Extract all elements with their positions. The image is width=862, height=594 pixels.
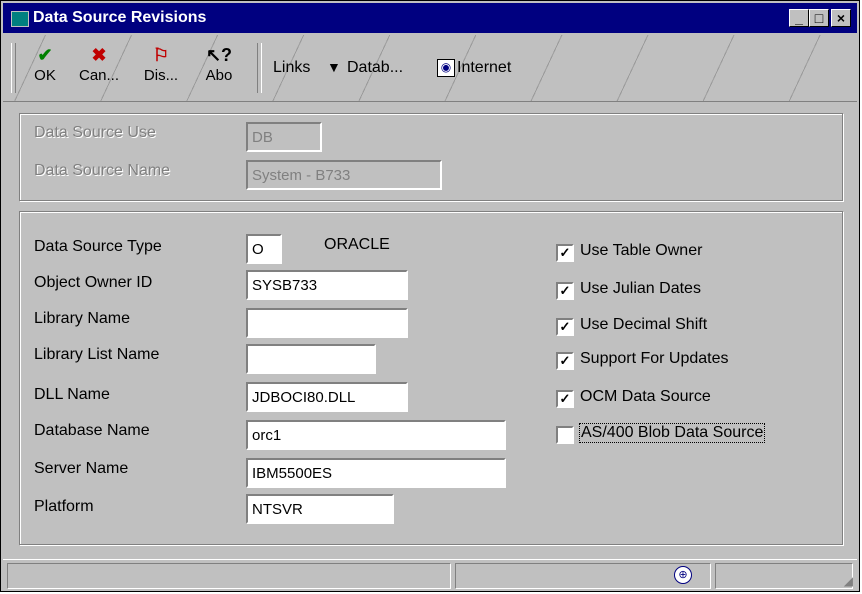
display-label: Dis... [143, 67, 179, 84]
library-name-label: Library Name [34, 310, 131, 327]
close-button[interactable]: × [831, 9, 851, 27]
data-source-type-description: ORACLE [324, 236, 390, 253]
use-julian-dates-label: Use Julian Dates [580, 280, 701, 297]
data-source-use-field: DB [246, 122, 322, 152]
display-icon: ⚐ [152, 45, 170, 65]
help-pointer-icon: ↖? [205, 45, 233, 65]
as400-blob-data-source-label: AS/400 Blob Data Source [578, 423, 766, 443]
globe-icon: ⊕ [674, 566, 692, 584]
datab-menu[interactable]: Datab... [347, 59, 403, 77]
dll-name-field[interactable]: JDBOCI80.DLL [246, 382, 408, 412]
resize-grip-icon[interactable]: ◢ [844, 574, 853, 588]
title-bar[interactable]: Data Source Revisions _ □ × [3, 3, 857, 33]
app-icon [11, 11, 29, 27]
as400-blob-data-source-checkbox[interactable] [556, 426, 574, 444]
header-group: Data Source Use DB Data Source Name Syst… [19, 113, 843, 201]
support-for-updates-label: Support For Updates [580, 350, 729, 367]
server-name-field[interactable]: IBM5500ES [246, 458, 506, 488]
status-bar: ⊕ ◢ [3, 559, 857, 590]
support-for-updates-checkbox[interactable]: ✓ [556, 352, 574, 370]
use-julian-dates-checkbox[interactable]: ✓ [556, 282, 574, 300]
ocm-data-source-checkbox[interactable]: ✓ [556, 390, 574, 408]
data-source-name-field: System - B733 [246, 160, 442, 190]
platform-label: Platform [34, 498, 94, 515]
checkmark-icon: ✔ [37, 45, 53, 65]
data-source-type-field[interactable]: O [246, 234, 282, 264]
cancel-button[interactable]: ✖ Can... [75, 43, 123, 97]
status-pane-right [715, 563, 853, 589]
minimize-button[interactable]: _ [789, 9, 809, 27]
server-name-label: Server Name [34, 460, 129, 477]
x-icon: ✖ [91, 45, 107, 65]
ok-label: OK [34, 67, 56, 84]
ok-button[interactable]: ✔ OK [21, 43, 69, 97]
library-list-name-field[interactable] [246, 344, 376, 374]
toolbar-separator [257, 43, 262, 93]
details-group: Data Source Type O ORACLE Object Owner I… [19, 211, 843, 545]
dll-name-label: DLL Name [34, 386, 110, 403]
cancel-label: Can... [78, 67, 120, 84]
display-button[interactable]: ⚐ Dis... [137, 43, 185, 97]
library-name-field[interactable] [246, 308, 408, 338]
about-button[interactable]: ↖? Abo [195, 43, 243, 97]
library-list-name-label: Library List Name [34, 346, 160, 363]
ocm-data-source-label: OCM Data Source [580, 388, 711, 405]
toolbar: ✔ OK ✖ Can... ⚐ Dis... ↖? Abo Links ▼ Da… [3, 35, 857, 102]
use-table-owner-label: Use Table Owner [580, 242, 703, 259]
data-source-use-label: Data Source Use [34, 124, 156, 141]
links-menu[interactable]: Links [273, 59, 310, 77]
use-decimal-shift-label: Use Decimal Shift [580, 316, 708, 333]
database-name-label: Database Name [34, 422, 150, 439]
object-owner-id-label: Object Owner ID [34, 274, 153, 291]
object-owner-id-field[interactable]: SYSB733 [246, 270, 408, 300]
database-name-field[interactable]: orc1 [246, 420, 506, 450]
internet-link[interactable]: Internet [457, 59, 511, 77]
status-pane-main [7, 563, 451, 589]
window-title: Data Source Revisions [33, 9, 207, 26]
dropdown-arrow-icon[interactable]: ▼ [327, 59, 341, 75]
about-label: Abo [205, 67, 233, 84]
status-pane-middle: ⊕ [455, 563, 711, 589]
use-decimal-shift-checkbox[interactable]: ✓ [556, 318, 574, 336]
data-source-type-label: Data Source Type [34, 238, 162, 255]
platform-field[interactable]: NTSVR [246, 494, 394, 524]
data-source-name-label: Data Source Name [34, 162, 171, 179]
toolbar-grip[interactable] [11, 43, 16, 93]
maximize-button[interactable]: □ [809, 9, 829, 27]
internet-icon[interactable]: ◉ [437, 59, 455, 77]
use-table-owner-checkbox[interactable]: ✓ [556, 244, 574, 262]
data-source-revisions-window: Data Source Revisions _ □ × ✔ OK ✖ Can..… [0, 0, 860, 592]
